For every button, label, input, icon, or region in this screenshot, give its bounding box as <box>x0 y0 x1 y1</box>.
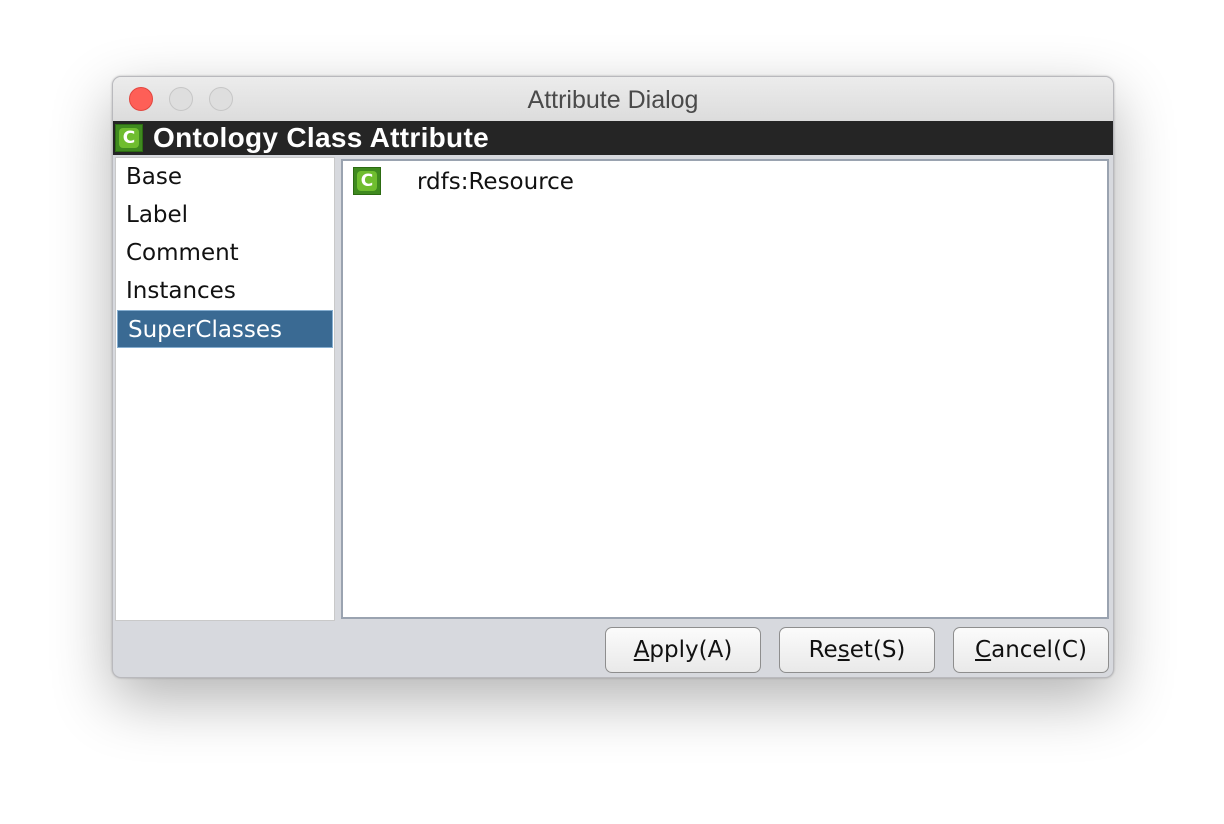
attribute-dialog-window: Attribute Dialog C Ontology Class Attrib… <box>112 76 1114 678</box>
superclasses-list-panel[interactable]: C rdfs:Resource <box>341 159 1109 619</box>
cancel-label: ancel(C) <box>991 637 1087 663</box>
class-icon-letter: C <box>357 171 377 191</box>
list-item-label[interactable]: Label <box>116 196 334 234</box>
reset-label: et(S) <box>849 637 906 663</box>
apply-label: pply(A) <box>649 637 733 663</box>
list-item-base[interactable]: Base <box>116 158 334 196</box>
list-item-comment[interactable]: Comment <box>116 234 334 272</box>
apply-button[interactable]: Apply(A) <box>605 627 761 673</box>
list-item[interactable]: C rdfs:Resource <box>343 161 1107 201</box>
title-bar[interactable]: Attribute Dialog <box>113 77 1113 122</box>
class-icon: C <box>353 167 381 195</box>
list-item-instances[interactable]: Instances <box>116 272 334 310</box>
superclass-label: rdfs:Resource <box>417 169 574 195</box>
apply-mnemonic: A <box>633 637 650 663</box>
attribute-category-list[interactable]: Base Label Comment Instances SuperClasse… <box>115 157 335 621</box>
list-item-superclasses[interactable]: SuperClasses <box>117 310 333 348</box>
class-icon: C <box>115 124 143 152</box>
reset-label-prefix: Re <box>808 637 838 663</box>
ontology-header-bar: C Ontology Class Attribute <box>113 121 1113 155</box>
header-title: Ontology Class Attribute <box>153 122 489 153</box>
reset-button[interactable]: Reset(S) <box>779 627 935 673</box>
class-icon-letter: C <box>119 128 139 148</box>
cancel-mnemonic: C <box>975 637 992 663</box>
window-title: Attribute Dialog <box>527 86 699 114</box>
reset-mnemonic: s <box>837 637 850 663</box>
cancel-button[interactable]: Cancel(C) <box>953 627 1109 673</box>
